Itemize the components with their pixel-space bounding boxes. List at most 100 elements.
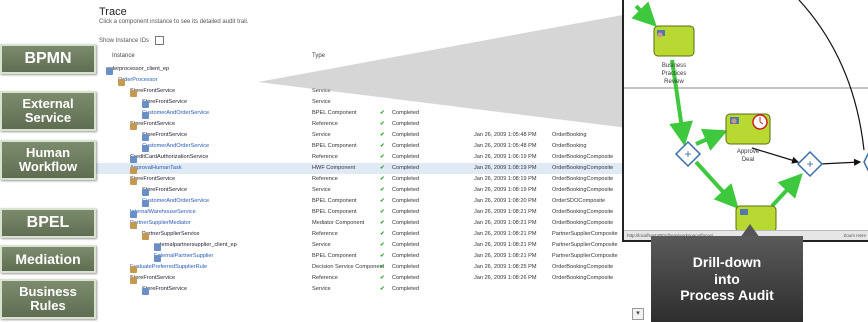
row-state: Completed [392, 220, 420, 226]
row-state: Completed [392, 242, 420, 248]
table-row[interactable]: externalpartnersupplier_client_ep Service… [96, 240, 641, 251]
show-instance-ids-label: Show Instance IDs [99, 38, 150, 45]
row-composite: OrderSDOComposite [552, 198, 606, 204]
row-state: Completed [392, 198, 420, 204]
row-state: Completed [392, 143, 420, 149]
row-type: Service [312, 132, 331, 138]
badge-bpmn: BPMN [0, 44, 96, 74]
table-row[interactable]: CustomerAndOrderService BPEL Component ✔ Co… [96, 108, 641, 119]
row-type: Service [312, 187, 331, 193]
completed-check-icon: ✔ [380, 209, 385, 215]
table-row[interactable]: StoreFrontService Service [96, 86, 641, 97]
table-row[interactable]: PartnerSupplierService Reference ✔ Complete… [96, 229, 641, 240]
table-row[interactable]: ApprovalHumanTask HWF Component ✔ Completed… [96, 163, 641, 174]
row-name-text[interactable]: CustomerAndOrderService [142, 143, 209, 149]
table-row[interactable]: OrderProcessor [96, 75, 641, 86]
table-row[interactable]: CustomerAndOrderService BPEL Component ✔ Co… [96, 196, 641, 207]
trace-hint: Click a component instance to see its de… [99, 19, 249, 25]
row-name-text[interactable]: PartnerSupplierMediator [130, 220, 191, 226]
column-header-type[interactable]: Type [312, 53, 325, 59]
table-row[interactable]: StoreFrontService Service ✔ Completed Jan 26… [96, 185, 641, 196]
row-composite: OrderBookingComposite [552, 165, 614, 171]
status-zoom[interactable]: Zoom Here [843, 233, 866, 238]
task1-label-3: Review [664, 79, 684, 85]
table-row[interactable]: StoreFrontService Reference ✔ Completed [96, 119, 641, 130]
scroll-down-button[interactable]: ▾ [632, 308, 644, 320]
service-icon [142, 145, 149, 152]
table-row[interactable]: orderprocessor_client_ep [96, 64, 641, 75]
row-name-text[interactable]: CustomerAndOrderService [142, 110, 209, 116]
row-instance-name: StoreFrontService [130, 88, 175, 97]
row-state: Completed [392, 154, 420, 160]
flow-arrow-3 [695, 128, 728, 151]
row-instance-name[interactable]: PartnerSupplierMediator [130, 220, 191, 229]
row-type: BPEL Component [312, 198, 357, 204]
row-composite: OrderBooking [552, 143, 587, 149]
completed-check-icon: ✔ [380, 231, 385, 237]
table-row[interactable]: StoreFrontService Service [96, 97, 641, 108]
row-type: Decision Service Component [312, 264, 385, 270]
column-header-instance[interactable]: Instance [112, 53, 135, 59]
service-icon [130, 211, 137, 218]
table-row[interactable]: EvaluatePreferredSupplierRule Decision Se… [96, 262, 641, 273]
row-instance-name[interactable]: CustomerAndOrderService [142, 143, 209, 152]
service-icon [154, 244, 161, 251]
row-time: Jan 26, 2009 1:06:19 PM [474, 154, 537, 160]
service-icon [142, 288, 149, 295]
row-instance-name: CreditCardAuthorizationService [130, 154, 208, 163]
table-row[interactable]: StoreFrontService Service ✔ Completed [96, 284, 641, 295]
table-row[interactable]: StoreFrontService Reference ✔ Completed Jan … [96, 174, 641, 185]
flow-arrow-1 [631, 1, 657, 27]
badge-human-workflow-line2: Workflow [18, 159, 78, 174]
table-row[interactable]: CreditCardAuthorizationService Reference ✔… [96, 152, 641, 163]
flow-line-curve [798, 0, 865, 151]
row-composite: PartnerSupplierComposite [552, 231, 618, 237]
table-row[interactable]: StoreFrontService Reference ✔ Completed Jan … [96, 273, 641, 284]
task2-label-1: Approve [737, 149, 760, 155]
row-name-text[interactable]: CustomerAndOrderService [142, 198, 209, 204]
service-icon [130, 156, 137, 163]
row-instance-name[interactable]: OrderProcessor [118, 77, 157, 86]
task-approve-deal[interactable] [725, 113, 771, 145]
task1-label-1: Business [662, 63, 686, 69]
row-instance-name[interactable]: InternalWarehouseService [130, 209, 196, 218]
row-state: Completed [392, 286, 420, 292]
table-row[interactable]: InternalWarehouseService BPEL Component ✔ C… [96, 207, 641, 218]
parallel-gateway-2[interactable]: + [796, 150, 824, 178]
row-type: HWF Component [312, 165, 356, 171]
row-instance-name: StoreFrontService [130, 121, 175, 130]
row-name-text: orderprocessor_client_ep [106, 66, 170, 72]
row-instance-name[interactable]: CustomerAndOrderService [142, 198, 209, 207]
row-state: Completed [392, 253, 420, 259]
table-row[interactable]: StoreFrontService Service ✔ Completed Jan 26… [96, 130, 641, 141]
task-business-practices-review[interactable] [653, 25, 695, 57]
component-icon [130, 222, 137, 229]
row-name-text[interactable]: InternalWarehouseService [130, 209, 196, 215]
row-instance-name[interactable]: CustomerAndOrderService [142, 110, 209, 119]
row-composite: OrderBookingComposite [552, 275, 614, 281]
row-name-text[interactable]: ApprovalHumanTask [130, 165, 182, 171]
table-row[interactable]: CustomerAndOrderService BPEL Component ✔ Co… [96, 141, 641, 152]
badge-human-workflow-line1: Human [25, 145, 71, 161]
row-instance-name[interactable]: ApprovalHumanTask [130, 165, 182, 174]
completed-check-icon: ✔ [380, 187, 385, 193]
badge-external-service: External Service [0, 91, 96, 131]
screenshot-stage: Trace Click a component instance to see … [0, 0, 868, 322]
row-state: Completed [392, 176, 420, 182]
badge-bpel: BPEL [0, 208, 96, 238]
row-composite: OrderBookingComposite [552, 264, 614, 270]
table-row[interactable]: ExternalPartnerSupplier BPEL Component ✔ Co… [96, 251, 641, 262]
table-row[interactable]: PartnerSupplierMediator Mediator Componen… [96, 218, 641, 229]
row-name-text[interactable]: EvaluatePreferredSupplierRule [130, 264, 207, 270]
show-instance-ids[interactable]: Show Instance IDs [99, 36, 164, 45]
row-name-text: externalpartnersupplier_client_ep [154, 242, 237, 248]
row-instance-name[interactable]: EvaluatePreferredSupplierRule [130, 264, 207, 273]
row-name-text[interactable]: ExternalPartnerSupplier [154, 253, 213, 259]
row-time: Jan 26, 2009 1:08:19 PM [474, 187, 537, 193]
drill-down-callout: Drill-down into Process Audit [651, 236, 803, 322]
row-state: Completed [392, 132, 420, 138]
row-time: Jan 26, 2009 1:08:20 PM [474, 198, 537, 204]
show-instance-ids-checkbox[interactable] [154, 36, 164, 45]
bpmn-process-diagram: Business Practices Review Approve Deal + [622, 0, 868, 242]
row-instance-name[interactable]: ExternalPartnerSupplier [154, 253, 213, 262]
